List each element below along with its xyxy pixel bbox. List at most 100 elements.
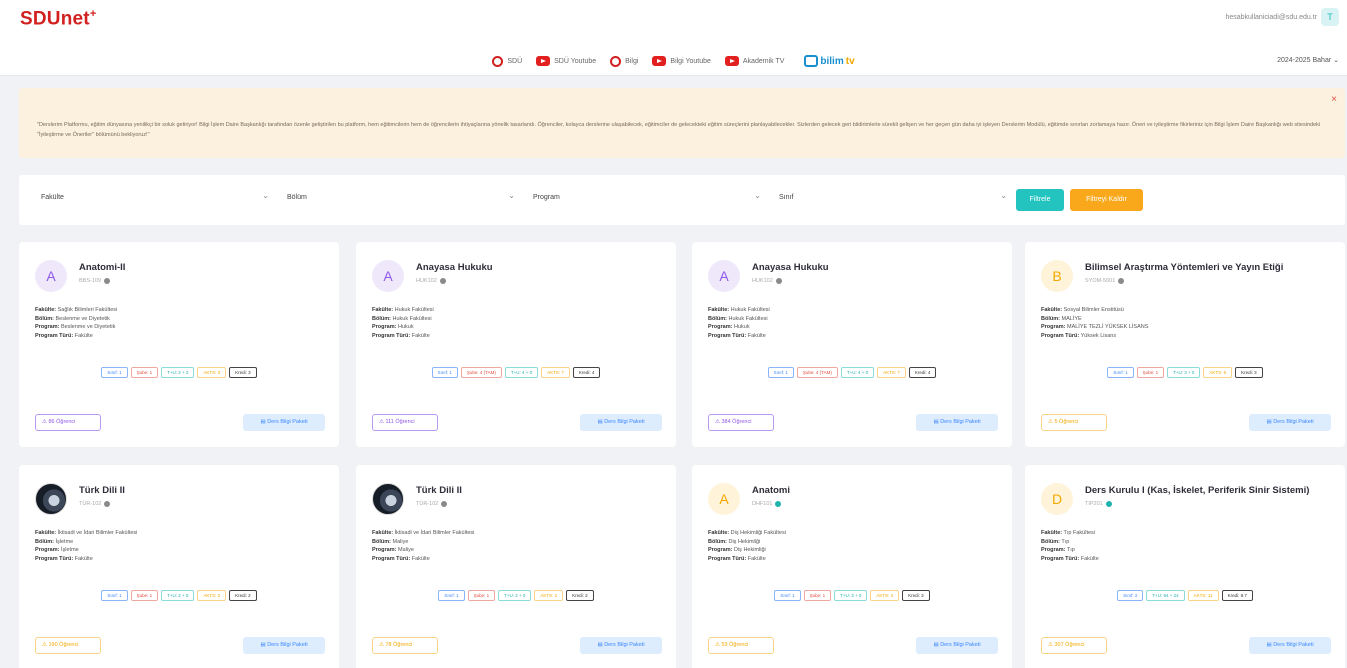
course-badge: Kredi: 3 — [1235, 367, 1263, 378]
link-bilimtv[interactable]: bilim tv — [804, 55, 855, 67]
course-details: Fakülte: Sosyal Bilimler Enstitüsü Bölüm… — [1041, 307, 1149, 339]
students-button[interactable]: ⚠ 307 Öğrenci — [1041, 637, 1107, 654]
course-title[interactable]: Türk Dili II — [416, 485, 462, 496]
term-selector[interactable]: 2024-2025 Bahar ⌄ — [1277, 56, 1339, 64]
info-icon[interactable] — [775, 278, 782, 284]
course-details: Fakülte: Diş Hekimliği Fakültesi Bölüm: … — [708, 530, 786, 562]
info-icon[interactable] — [775, 501, 782, 507]
students-button[interactable]: ⚠ 384 Öğrenci — [708, 414, 774, 431]
course-card[interactable]: A Anayasa Hukuku HUK102 Fakülte: Hukuk F… — [356, 242, 676, 447]
course-avatar: A — [372, 260, 404, 292]
top-navbar: SDUnet+ hesabkullaniciadi@sdu.edu.tr T S… — [0, 0, 1347, 76]
course-code: HUK102 — [752, 278, 782, 284]
course-title[interactable]: Anatomi — [752, 485, 790, 496]
students-button[interactable]: ⚠ 5 Öğrenci — [1041, 414, 1107, 431]
warning-icon: ⚠ — [1048, 642, 1053, 648]
info-icon[interactable] — [1105, 501, 1112, 507]
course-title[interactable]: Anayasa Hukuku — [416, 262, 493, 273]
course-badge: Şube: 4 (TAM) — [796, 367, 838, 378]
link-sdu[interactable]: SDÜ — [492, 55, 522, 67]
link-bilgi-youtube[interactable]: Bilgi Youtube — [652, 56, 711, 66]
class-select[interactable]: Sınıf ⌄ — [771, 190, 1007, 210]
course-info-package-button[interactable]: ▤ Ders Bilgi Paketi — [243, 414, 325, 431]
course-details: Fakülte: Sağlık Bilimleri Fakültesi Bölü… — [35, 307, 118, 339]
clear-filter-button[interactable]: Filtreyi Kaldır — [1070, 189, 1143, 211]
course-info-package-button[interactable]: ▤ Ders Bilgi Paketi — [243, 637, 325, 654]
department-select[interactable]: Bölüm ⌄ — [279, 190, 515, 210]
course-badge: Kredi: 3 — [902, 590, 930, 601]
faculty-select[interactable]: Fakülte ⌄ — [33, 190, 269, 210]
document-icon: ▤ — [1266, 419, 1272, 425]
course-badge: Şube: 4 (TAM) — [460, 367, 502, 378]
students-button[interactable]: ⚠ 190 Öğrenci — [35, 637, 101, 654]
course-badge: AKTS: 2 — [534, 590, 564, 601]
students-button[interactable]: ⚠ 86 Öğrenci — [35, 414, 101, 431]
quick-links: SDÜ SDÜ Youtube Bilgi Bilgi Youtube Akad… — [0, 52, 1347, 70]
course-details: Fakülte: Hukuk Fakültesi Bölüm: Hukuk Fa… — [708, 307, 770, 339]
course-badge: T+U: 3 + 0 — [834, 590, 868, 601]
warning-icon: ⚠ — [715, 419, 720, 425]
course-badge: AKTS: 6 — [1203, 367, 1233, 378]
course-badge: AKTS: 7 — [541, 367, 570, 378]
link-sdu-youtube[interactable]: SDÜ Youtube — [536, 56, 596, 66]
chevron-down-icon: ⌄ — [262, 191, 269, 200]
course-card[interactable]: Türk Dili II TÜR-102 Fakülte: İktisadi v… — [19, 465, 339, 668]
students-button[interactable]: ⚠ 53 Öğrenci — [708, 637, 774, 654]
announcement-banner: × "Derslerim Platformu, eğitim dünyasına… — [19, 88, 1345, 158]
course-badge: Sınıf: 1 — [101, 590, 128, 601]
info-icon[interactable] — [104, 501, 111, 507]
course-details: Fakülte: Hukuk Fakültesi Bölüm: Hukuk Fa… — [372, 307, 434, 339]
course-badge: AKTS: 2 — [197, 590, 227, 601]
course-info-package-button[interactable]: ▤ Ders Bilgi Paketi — [580, 637, 662, 654]
course-badges: Sınıf: 1 Şube: 4 (TAM) T+U: 4 + 0 AKTS: 7 Kr… — [356, 367, 676, 378]
youtube-icon — [652, 56, 667, 66]
course-title[interactable]: Bilimsel Araştırma Yöntemleri ve Yayın E… — [1085, 262, 1283, 273]
course-title[interactable]: Türk Dili II — [79, 485, 125, 496]
course-badge: Kredi: 2 — [229, 590, 257, 601]
course-info-package-button[interactable]: ▤ Ders Bilgi Paketi — [916, 414, 998, 431]
course-avatar: A — [35, 260, 67, 292]
sdu-logo-icon — [492, 55, 504, 67]
link-akademik-tv[interactable]: Akademik TV — [724, 56, 784, 66]
course-info-package-button[interactable]: ▤ Ders Bilgi Paketi — [1249, 414, 1331, 431]
course-info-package-button[interactable]: ▤ Ders Bilgi Paketi — [580, 414, 662, 431]
sdunet-logo[interactable]: SDUnet+ — [20, 8, 96, 30]
info-icon[interactable] — [439, 278, 446, 284]
program-select[interactable]: Program ⌄ — [525, 190, 761, 210]
course-badge: Sınıf: 1 — [767, 367, 794, 378]
user-email[interactable]: hesabkullaniciadi@sdu.edu.tr — [1225, 14, 1317, 21]
tv-icon — [804, 55, 819, 67]
bilgi-logo-icon — [610, 55, 622, 67]
info-icon[interactable] — [441, 501, 448, 507]
course-code: TÜR-102 — [79, 501, 111, 507]
user-avatar[interactable]: T — [1321, 8, 1339, 26]
course-badge: Kredi: 4 — [572, 367, 601, 378]
filter-button[interactable]: Filtrele — [1016, 189, 1064, 211]
course-card[interactable]: A Anatomi DHF101 Fakülte: Diş Hekimliği … — [692, 465, 1012, 668]
course-card[interactable]: A Anatomi-II BBS-109 Fakülte: Sağlık Bil… — [19, 242, 339, 447]
course-badge: AKTS: 4 — [870, 590, 900, 601]
course-info-package-button[interactable]: ▤ Ders Bilgi Paketi — [916, 637, 998, 654]
course-card[interactable]: B Bilimsel Araştırma Yöntemleri ve Yayın… — [1025, 242, 1345, 447]
course-avatar — [372, 483, 404, 515]
course-title[interactable]: Anatomi-II — [79, 262, 125, 273]
info-icon[interactable] — [1118, 278, 1125, 284]
course-badge: AKTS: 7 — [877, 367, 906, 378]
chevron-down-icon: ⌄ — [508, 191, 515, 200]
warning-icon: ⚠ — [42, 642, 47, 648]
students-button[interactable]: ⚠ 78 Öğrenci — [372, 637, 438, 654]
course-title[interactable]: Ders Kurulu I (Kas, İskelet, Periferik S… — [1085, 485, 1309, 496]
course-badge: Sınıf: 1 — [1107, 367, 1134, 378]
course-avatar: B — [1041, 260, 1073, 292]
course-card[interactable]: A Anayasa Hukuku HUK102 Fakülte: Hukuk F… — [692, 242, 1012, 447]
link-bilgi[interactable]: Bilgi — [610, 55, 638, 67]
chevron-down-icon: ⌄ — [1333, 57, 1339, 64]
course-card[interactable]: D Ders Kurulu I (Kas, İskelet, Periferik… — [1025, 465, 1345, 668]
course-card[interactable]: Türk Dili II TÜR-102 Fakülte: İktisadi v… — [356, 465, 676, 668]
info-icon[interactable] — [104, 278, 111, 284]
course-badges: Sınıf: 1 Şube: 1 T+U: 3 + 0 AKTS: 6 Kredi: 3 — [1025, 367, 1345, 378]
course-title[interactable]: Anayasa Hukuku — [752, 262, 829, 273]
course-info-package-button[interactable]: ▤ Ders Bilgi Paketi — [1249, 637, 1331, 654]
close-icon[interactable]: × — [1331, 94, 1337, 105]
students-button[interactable]: ⚠ 111 Öğrenci — [372, 414, 438, 431]
